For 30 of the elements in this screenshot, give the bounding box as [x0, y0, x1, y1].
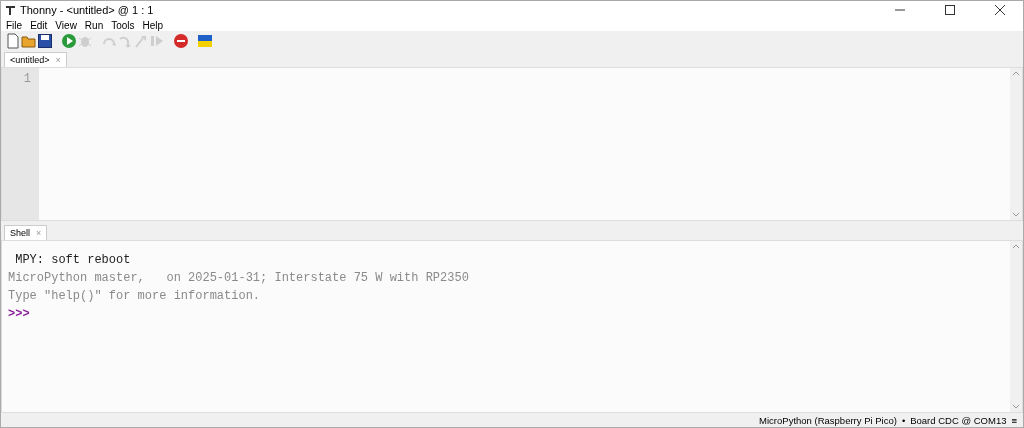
maximize-icon[interactable] [945, 5, 955, 15]
port-label[interactable]: Board CDC @ COM13 [910, 414, 1007, 426]
window-title: Thonny - <untitled> @ 1 : 1 [20, 4, 155, 16]
flag-icon[interactable] [197, 33, 213, 49]
scroll-down-icon[interactable] [1012, 404, 1020, 410]
line-number: 1 [22, 72, 31, 86]
close-icon[interactable] [995, 5, 1005, 15]
shell-prompt: >>> [8, 306, 31, 323]
scroll-up-icon[interactable] [1012, 70, 1020, 76]
menu-item[interactable]: Help [138, 19, 168, 31]
menu-item[interactable]: File [2, 19, 27, 31]
shell-output: MPY: soft reboot [14, 252, 132, 269]
separator-dot: • [901, 414, 906, 426]
editor-tab[interactable]: <untitled> × [4, 52, 67, 67]
new-icon[interactable] [5, 33, 21, 49]
status-menu[interactable]: ≡ [1011, 414, 1017, 426]
menu-item[interactable]: Tools [107, 19, 139, 31]
shell-output: MicroPython master, on 2025-01-31; Interstate 75 W with RP2350 [8, 270, 470, 287]
scroll-up-icon[interactable] [1012, 243, 1020, 249]
app-logo-icon [5, 4, 16, 16]
shell-output: Type "help()" for more information. [8, 288, 262, 305]
interpreter-selector[interactable]: MicroPython (Raspberry Pi Pico) [759, 414, 897, 426]
scroll-down-icon[interactable] [1012, 212, 1020, 218]
shell-tab[interactable]: Shell × [4, 225, 48, 240]
menu-item[interactable]: Edit [26, 19, 52, 31]
menu-item[interactable]: Run [80, 19, 108, 31]
stop-icon[interactable] [173, 33, 189, 49]
save-icon[interactable] [37, 33, 53, 49]
run-icon[interactable] [61, 33, 77, 49]
menu-item[interactable]: View [51, 19, 81, 31]
